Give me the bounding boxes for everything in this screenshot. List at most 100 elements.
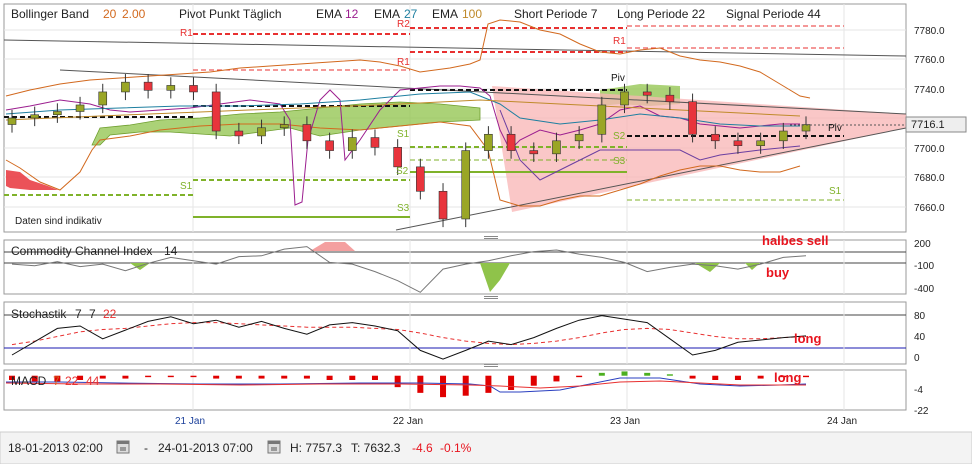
candle-body (710, 133, 720, 142)
cci-tick-200: 200 (914, 239, 931, 250)
macd-bar (621, 371, 628, 376)
ema12-label: EMA (316, 7, 342, 21)
candle-body (121, 81, 130, 93)
pivot-label-s2-a: S2 (396, 166, 409, 177)
long-period-label: Long Periode 22 (617, 7, 705, 21)
footer-to-date: 24-01-2013 07:00 (158, 441, 253, 455)
macd-bar (644, 372, 651, 376)
handle-cci[interactable] (484, 236, 498, 237)
macd-bar (167, 375, 174, 378)
macd-bar (689, 375, 696, 379)
pivot-label-r1-c: R1 (613, 36, 626, 47)
handle-stoch[interactable] (484, 296, 498, 297)
candle-body (552, 140, 561, 155)
macd-frame (3, 369, 907, 411)
candle-body (325, 140, 334, 151)
macd-bar (712, 375, 719, 380)
annotation-buy: buy (766, 265, 790, 280)
candle-body (98, 91, 108, 106)
candle-body (370, 137, 380, 148)
macd-bar (757, 375, 764, 379)
macd-bar (371, 375, 378, 380)
annotation-long-stoch: long (794, 331, 821, 346)
price-tick-7760: 7760.0 (914, 55, 945, 66)
macd-bar (508, 375, 515, 390)
candle-body (279, 124, 289, 129)
header-legend: Bollinger Band 20 2.00 Pivot Punkt Tägli… (11, 7, 821, 21)
candle-body (211, 91, 221, 132)
ema27-value: 27 (404, 7, 418, 21)
footer-bar: 18-01-2013 02:00 - 24-01-2013 07:00 H: 7… (0, 431, 972, 465)
pivot-label-r1-b: R1 (397, 57, 410, 68)
macd-tick-minus4: -4 (914, 385, 923, 396)
macd-bar (213, 375, 220, 379)
macd-bar (803, 375, 809, 378)
macd-bar (99, 375, 106, 379)
date-label-23jan: 23 Jan (610, 416, 640, 427)
candle-body (688, 101, 697, 135)
macd-bar (576, 375, 583, 378)
macd-bar (666, 374, 673, 376)
macd-bar (145, 375, 152, 378)
pivot-label-s1-c: S1 (829, 186, 842, 197)
candle-body (574, 133, 584, 142)
footer-change-pct: -0.1% (440, 441, 472, 455)
macd-bar (440, 375, 447, 398)
candle-body (393, 147, 402, 168)
macd-bar (303, 375, 310, 379)
candle-body (597, 104, 607, 135)
candle-body (529, 150, 539, 155)
macd-param2: 22 (65, 374, 79, 388)
stoch-tick-0: 0 (914, 353, 920, 364)
pivot-label-r1-a: R1 (180, 28, 193, 39)
candle-body (143, 81, 153, 91)
candle-body (189, 85, 198, 93)
candle-body (620, 91, 629, 106)
footer-high: H: 7757.3 (290, 441, 342, 455)
candle-body (665, 94, 675, 103)
date-axis: 21 Jan 22 Jan 23 Jan 24 Jan (175, 416, 857, 427)
stoch-tick-80: 80 (914, 311, 926, 322)
pivot-label-s3-b: S3 (613, 156, 626, 167)
candle-body (506, 133, 516, 151)
macd-bar (281, 375, 288, 379)
indicative-notice: Daten sind indikativ (15, 216, 102, 227)
price-axis: 7780.0 7760.0 7740.0 7700.0 7680.0 7660.… (905, 26, 967, 214)
ema100-value: 100 (462, 7, 482, 21)
macd-bar (485, 375, 492, 393)
macd-bar (530, 375, 537, 386)
candle-body (461, 150, 471, 220)
candle-body (53, 111, 62, 116)
footer-separator: - (144, 441, 148, 455)
bollinger-param1: 20 (103, 7, 117, 21)
price-tick-7660: 7660.0 (914, 203, 945, 214)
macd-bar (553, 375, 560, 382)
candle-body (416, 166, 425, 192)
pivot-label-s2-b: S2 (613, 131, 626, 142)
macd-tick-minus22: -22 (914, 406, 929, 417)
chart-svg: R2 R1 R1 R1 Piv Piv S1 S1 S1 S2 S2 S3 S3… (0, 3, 972, 465)
macd-bar (349, 375, 356, 380)
macd-param3: 44 (86, 374, 100, 388)
candle-body (642, 91, 652, 96)
calendar-to-icon[interactable] (267, 440, 281, 454)
macd-bar (734, 375, 741, 380)
macd-bar (326, 375, 333, 380)
date-label-22jan: 22 Jan (393, 416, 423, 427)
ema12-value: 12 (345, 7, 359, 21)
current-price-value: 7716.1 (911, 119, 945, 131)
ema27-label: EMA (374, 7, 400, 21)
annotation-long-macd: long (774, 370, 801, 385)
footer-change: -4.6 (412, 441, 433, 455)
footer-low: T: 7632.3 (351, 441, 401, 455)
calendar-from-icon[interactable] (116, 440, 130, 454)
candle-body (733, 140, 743, 146)
signal-period-label: Signal Periode 44 (726, 7, 821, 21)
macd-bar (190, 375, 197, 378)
macd-bar (258, 375, 265, 379)
price-tick-7680: 7680.0 (914, 173, 945, 184)
macd-bar (394, 375, 401, 388)
stochastic-title: Stochastik (11, 307, 67, 321)
bollinger-param2: 2.00 (122, 7, 146, 21)
trading-chart: R2 R1 R1 R1 Piv Piv S1 S1 S1 S2 S2 S3 S3… (0, 0, 972, 465)
